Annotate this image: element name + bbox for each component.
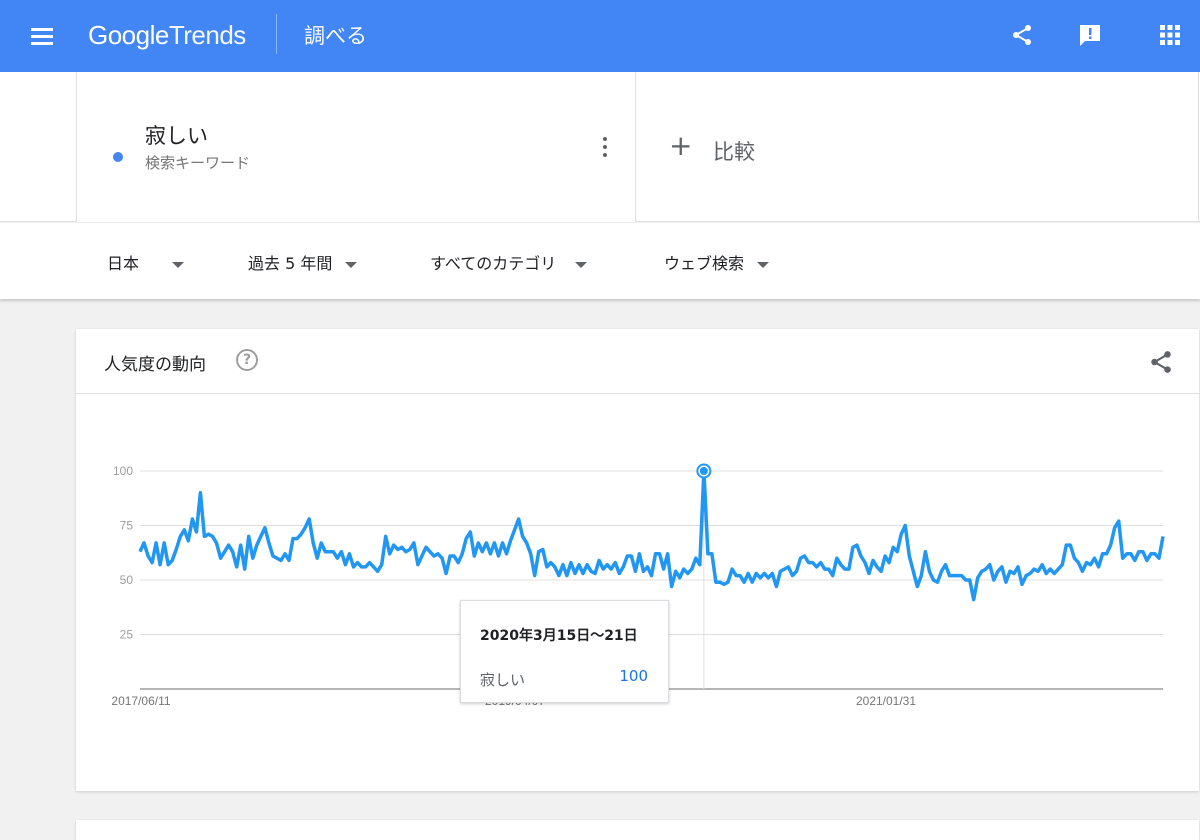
y-tick-label: 75 [120,519,134,533]
y-tick-label: 25 [120,628,134,642]
y-tick-label: 50 [120,573,134,587]
tooltip-date: 2020年3月15日〜21日 [480,628,638,644]
x-tick-label: 2017/06/11 [111,694,170,708]
next-card [76,820,1199,840]
tooltip-term: 寂しい [480,671,526,689]
trend-chart: 2550751002017/06/112019/04/072021/01/31 [111,463,1165,708]
peak-marker-dot [699,467,708,475]
x-tick-label: 2021/01/31 [856,694,916,708]
y-tick-label: 100 [113,464,133,478]
chart-tooltip: 2020年3月15日〜21日 寂しい 100 [460,600,669,703]
tooltip-value: 100 [619,667,648,685]
